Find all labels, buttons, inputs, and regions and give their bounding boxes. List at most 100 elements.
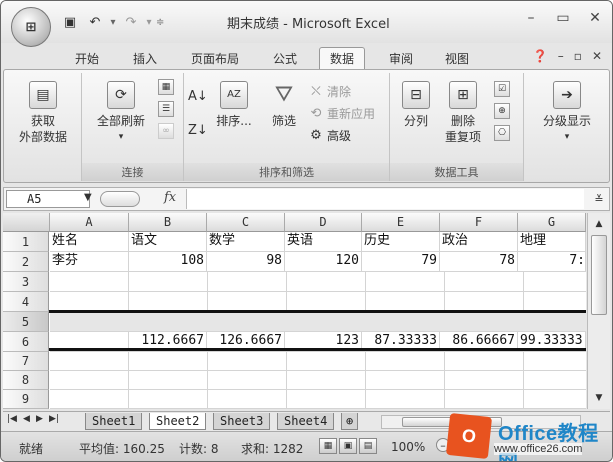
name-box-dropdown-icon[interactable]: ▼	[84, 192, 92, 203]
cell-e1[interactable]: 历史	[362, 232, 440, 252]
sort-ascending-button[interactable]: A↓	[188, 89, 208, 104]
worksheet-grid[interactable]: A B C D E F G 1 2 3 4 5 6 7 8 9 姓名 语文 数学…	[3, 213, 586, 409]
close-icon[interactable]: ✕	[586, 9, 604, 27]
undo-dropdown-icon[interactable]: ▾	[109, 17, 117, 28]
row-header-8[interactable]: 8	[3, 371, 49, 390]
first-sheet-icon[interactable]: |◀	[7, 414, 17, 424]
sheet-tab-2[interactable]: Sheet2	[149, 413, 207, 430]
sheet-tab-1[interactable]: Sheet1	[85, 413, 143, 430]
ribbon-close-icon[interactable]: ✕	[592, 49, 602, 63]
column-header-d[interactable]: D	[285, 213, 362, 232]
row-header-1[interactable]: 1	[3, 232, 49, 252]
clear-filter-button[interactable]: ⛌ 清除	[308, 83, 351, 100]
ribbon-minimize-icon[interactable]: –	[558, 49, 564, 63]
save-icon[interactable]: ▣	[59, 12, 81, 32]
selected-row-5[interactable]	[50, 312, 586, 332]
vertical-scrollbar[interactable]: ▲ ▼	[587, 213, 610, 409]
row-header-4[interactable]: 4	[3, 292, 49, 312]
empty-row-4[interactable]	[50, 292, 586, 312]
customize-qat-icon[interactable]: ≑	[156, 17, 164, 28]
select-all-corner[interactable]	[3, 213, 50, 232]
page-layout-view-icon[interactable]: ▣	[339, 438, 357, 454]
last-sheet-icon[interactable]: ▶|	[49, 414, 59, 424]
get-external-data-button[interactable]: ▤ 获取 外部数据	[10, 81, 76, 145]
column-header-a[interactable]: A	[50, 213, 129, 232]
sort-button[interactable]: AZ 排序...	[214, 81, 254, 129]
consolidate-icon[interactable]: ⊕	[494, 103, 510, 119]
cell-a2[interactable]: 李芬	[50, 252, 129, 272]
prev-sheet-icon[interactable]: ◀	[23, 414, 30, 424]
column-header-f[interactable]: F	[440, 213, 518, 232]
sheet-tab-4[interactable]: Sheet4	[277, 413, 335, 430]
help-icon[interactable]: ❓	[533, 49, 548, 63]
scroll-up-icon[interactable]: ▲	[592, 217, 606, 231]
ribbon-restore-icon[interactable]: ▫	[574, 49, 582, 63]
cell-b1[interactable]: 语文	[129, 232, 207, 252]
cell-c1[interactable]: 数学	[207, 232, 285, 252]
redo-dropdown-icon[interactable]: ▾	[145, 17, 153, 28]
row-header-3[interactable]: 3	[3, 272, 49, 292]
text-to-columns-button[interactable]: ⊟ 分列	[396, 81, 436, 129]
scroll-down-icon[interactable]: ▼	[592, 391, 606, 405]
cell-e2[interactable]: 79	[362, 252, 440, 272]
next-sheet-icon[interactable]: ▶	[36, 414, 43, 424]
sheet-tab-3[interactable]: Sheet3	[213, 413, 271, 430]
row-header-5[interactable]: 5	[3, 312, 49, 332]
row-header-2[interactable]: 2	[3, 252, 49, 272]
column-header-g[interactable]: G	[518, 213, 586, 232]
show-outline-button[interactable]: ➔ 分级显示 ▾	[530, 81, 604, 145]
page-break-view-icon[interactable]: ▤	[359, 438, 377, 454]
column-header-b[interactable]: B	[129, 213, 207, 232]
cell-a1[interactable]: 姓名	[50, 232, 129, 252]
sort-descending-button[interactable]: Z↓	[188, 123, 208, 138]
tab-page-layout[interactable]: 页面布局	[181, 47, 249, 69]
insert-function-icon[interactable]: fx	[164, 190, 176, 205]
cell-d2[interactable]: 120	[285, 252, 362, 272]
connections-icon[interactable]: ▦	[158, 79, 174, 95]
advanced-filter-button[interactable]: ⚙ 高级	[308, 127, 351, 144]
formula-input[interactable]	[186, 189, 584, 209]
empty-row-3[interactable]	[50, 272, 586, 292]
row-header-9[interactable]: 9	[3, 390, 49, 409]
vertical-scroll-thumb[interactable]	[591, 235, 607, 315]
cell-g1[interactable]: 地理	[518, 232, 586, 252]
insert-sheet-icon[interactable]: ⊕	[341, 413, 359, 430]
column-header-e[interactable]: E	[362, 213, 440, 232]
formula-cancel-enter-icon[interactable]	[100, 191, 140, 207]
zoom-level[interactable]: 100%	[391, 440, 425, 454]
name-box[interactable]: A5	[6, 190, 90, 208]
expand-formula-bar-icon[interactable]: ≚	[591, 190, 607, 208]
refresh-all-button[interactable]: ⟳ 全部刷新 ▾	[86, 81, 156, 145]
tab-view[interactable]: 视图	[435, 47, 479, 69]
row-header-6[interactable]: 6	[3, 332, 49, 352]
empty-row-7[interactable]	[50, 352, 586, 371]
normal-view-icon[interactable]: ▦	[319, 438, 337, 454]
tab-data[interactable]: 数据	[319, 47, 366, 69]
row-header-7[interactable]: 7	[3, 352, 49, 371]
cell-f2[interactable]: 78	[440, 252, 518, 272]
tab-home[interactable]: 开始	[65, 47, 109, 69]
empty-row-8[interactable]	[50, 371, 586, 390]
maximize-icon[interactable]: ▭	[554, 9, 572, 27]
edit-links-icon[interactable]: ∞	[158, 123, 174, 139]
cell-c2[interactable]: 98	[207, 252, 285, 272]
cell-b2[interactable]: 108	[129, 252, 207, 272]
tab-insert[interactable]: 插入	[123, 47, 167, 69]
minimize-icon[interactable]: –	[522, 9, 540, 27]
cell-d1[interactable]: 英语	[285, 232, 362, 252]
cell-g2[interactable]: 7:	[518, 252, 586, 272]
redo-icon[interactable]: ↷	[120, 12, 142, 32]
tab-review[interactable]: 审阅	[379, 47, 423, 69]
undo-icon[interactable]: ↶	[84, 12, 106, 32]
remove-duplicates-button[interactable]: ⊞ 删除 重复项	[440, 81, 486, 145]
data-validation-icon[interactable]: ☑	[494, 81, 510, 97]
reapply-button[interactable]: ⟲ 重新应用	[308, 105, 375, 122]
office-button[interactable]: ⊞	[11, 7, 51, 47]
cell-f1[interactable]: 政治	[440, 232, 518, 252]
properties-icon[interactable]: ☰	[158, 101, 174, 117]
filter-button[interactable]: ⛛ 筛选	[264, 81, 304, 129]
empty-row-9[interactable]	[50, 390, 586, 409]
tab-formulas[interactable]: 公式	[263, 47, 307, 69]
what-if-icon[interactable]: ⎔	[494, 125, 510, 141]
column-header-c[interactable]: C	[207, 213, 285, 232]
